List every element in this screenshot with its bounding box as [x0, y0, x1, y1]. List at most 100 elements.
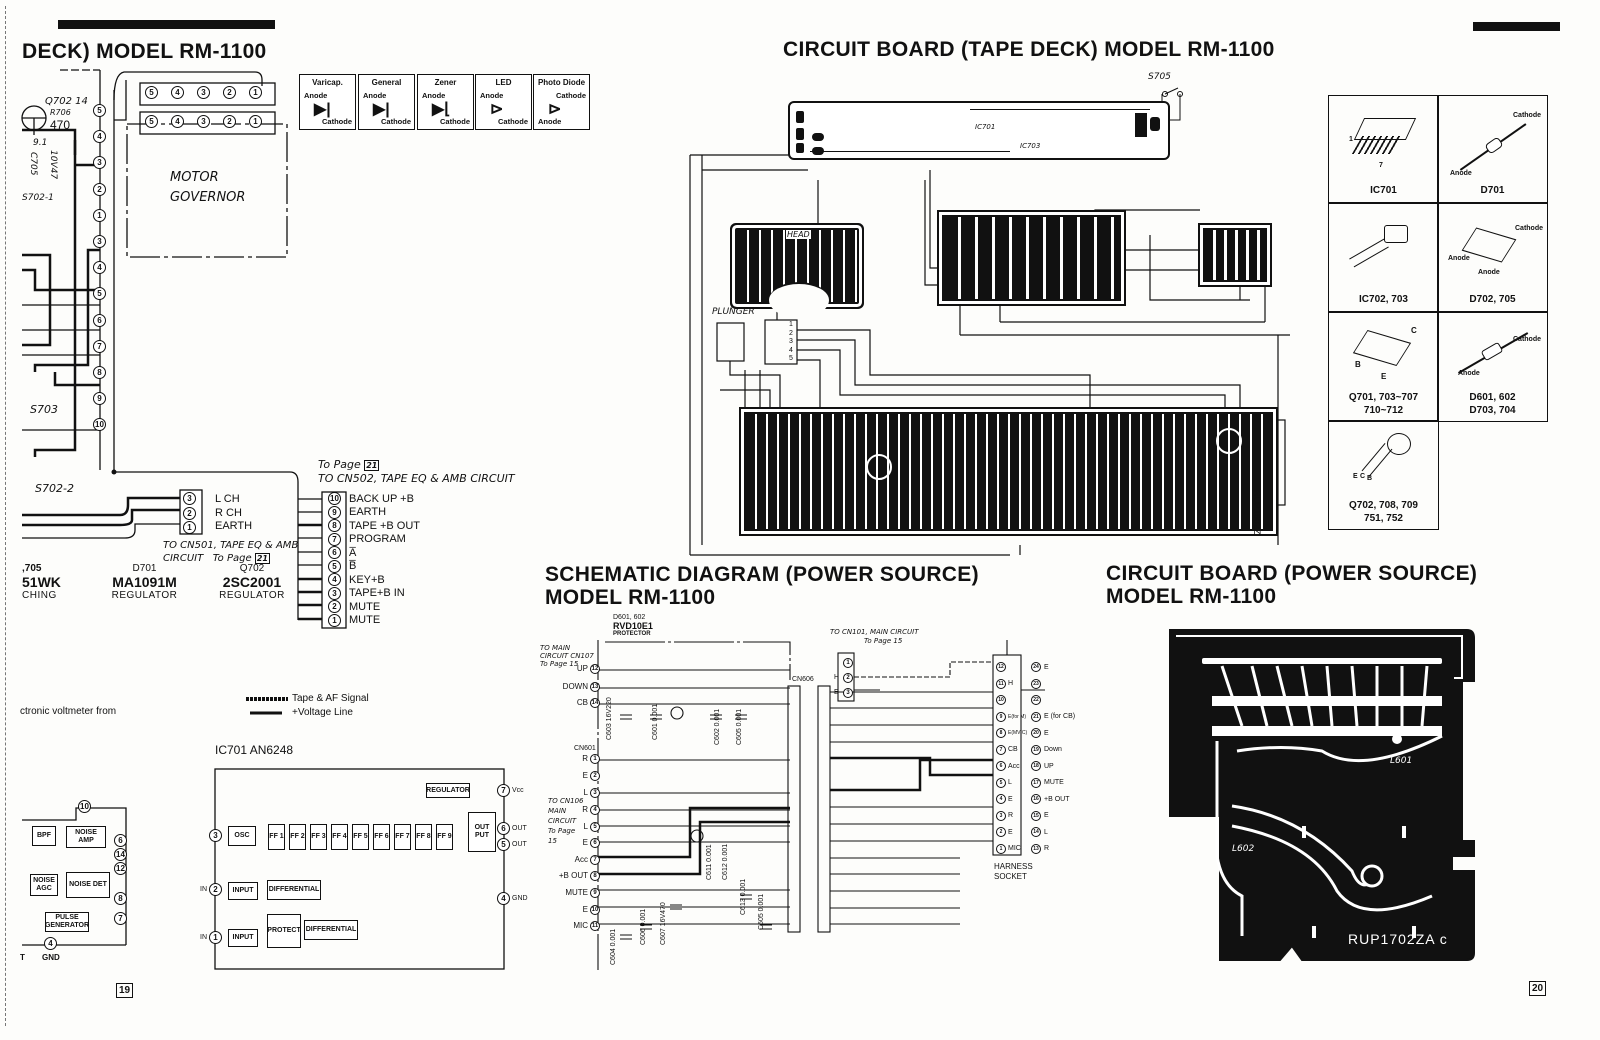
l602-label: L602	[1232, 844, 1255, 854]
regulator-block: REGULATOR	[426, 783, 470, 798]
head-board	[735, 228, 859, 318]
ff-block: FF 3	[310, 824, 327, 850]
noise-pin: 14	[114, 848, 127, 861]
cn502-row: 5 B̅	[328, 559, 420, 574]
cn-row: CB 14	[576, 698, 600, 708]
cn502-row: 6 A̅	[328, 546, 420, 560]
motor-governor-label: MOTOR GOVERNOR	[170, 170, 246, 205]
ff-block: FF 1	[268, 824, 285, 850]
cn101-pins: 1 H2 E3	[834, 655, 853, 700]
out-label: OUT	[512, 825, 527, 832]
ff-block: FF 2	[289, 824, 306, 850]
diode-card-general: General Anode ▶| Cathode	[358, 74, 415, 130]
side-pin: 5	[93, 104, 106, 117]
package-ic702-703: IC702, 703	[1328, 202, 1439, 313]
s702-2-label: S702-2	[35, 482, 74, 495]
cn502-row: 8 TAPE +B OUT	[328, 519, 420, 533]
to-cn106: TO CN106 MAIN CIRCUIT To Page 15	[548, 797, 584, 845]
cn-row: L3	[584, 788, 600, 798]
diode-card-zener: Zener Anode ▶⌊ Cathode	[417, 74, 474, 130]
noise-agc-block: NOISE AGC	[30, 874, 58, 896]
side-pin: 3	[93, 156, 106, 170]
capacitor-label: C602 0.001	[714, 708, 721, 745]
cn-row: E2	[583, 771, 600, 781]
motor-connector-bottom: 5 4 3 2 1	[145, 115, 262, 128]
noise-amp-block: NOISE AMP	[66, 826, 106, 848]
cn601-label: CN601	[574, 745, 596, 752]
legend-tape-signal: Tape & AF Signal	[292, 693, 369, 704]
capacitor-label: C611 0.001	[706, 844, 713, 880]
cn-row: UP 12	[576, 664, 600, 674]
part-col: ,705 51WK CHING	[22, 563, 61, 601]
cn-row: DOWN 13	[562, 682, 600, 692]
c705-label: C705	[28, 152, 38, 176]
side-pin: 5	[93, 287, 106, 301]
cn502-row: 4 KEY+B	[328, 573, 420, 587]
cn501-connector: 3 2 1	[183, 492, 196, 534]
motor-pin: 5	[145, 86, 158, 99]
cn502-row: 9 EARTH	[328, 505, 420, 520]
small-board	[1203, 228, 1267, 282]
motor-pin: 2	[223, 115, 236, 128]
ff-block: FF 9	[436, 824, 453, 850]
noise-pin: 12	[114, 862, 127, 875]
ic703-label: IC703	[1020, 142, 1041, 150]
side-pin: 10	[93, 418, 106, 432]
cn-row: R4	[582, 805, 600, 815]
protect-block: PROTECT	[267, 914, 301, 948]
protector-label: D601, 602 RVD10E1 PROTECTOR	[613, 614, 653, 637]
c705-value: 10V47	[48, 150, 58, 180]
varicap-diode-icon: ▶|	[314, 101, 331, 118]
noise-det-block: NOISE DET	[66, 872, 110, 898]
ff-block: FF 8	[415, 824, 432, 850]
vcc-label: Vcc	[512, 787, 524, 794]
q702-label: Q702 14	[45, 96, 88, 107]
main-tape-board	[744, 412, 1273, 531]
differential-block-1: DIFFERENTIAL	[267, 880, 321, 900]
output-block: OUT PUT	[468, 812, 496, 852]
header-bar-right	[1473, 22, 1560, 31]
page-ref-21[interactable]: 21	[364, 460, 380, 471]
cn501-pin: 3	[183, 492, 196, 505]
cn501-pin: 2	[183, 506, 196, 520]
side-pin: 4	[93, 130, 106, 144]
part-col: Q702 2SC2001 REGULATOR	[219, 563, 285, 601]
cn-row: MIC 11	[573, 921, 600, 931]
motor-connector-top: 5 4 3 2 1	[145, 86, 262, 99]
ff-block: FF 4	[331, 824, 348, 850]
side-connector: 5 4 3 2 1 3 4 5 6 7 8 9 10	[93, 104, 106, 432]
harness-left-pins: 12 11 H 10 9 E(for M) 8 E(MVIC) 7 CB 6 Acc 5L…	[996, 659, 1027, 857]
capacitor-label: C607 16V470	[660, 902, 667, 945]
tape-board-code: RUP1602Z	[1252, 490, 1262, 535]
r706-value: 470	[50, 118, 71, 132]
motor-pin: 2	[223, 86, 236, 99]
side-pin: 1	[93, 208, 106, 222]
head-label: HEAD	[786, 230, 811, 239]
cn501-pin: 1	[183, 521, 196, 534]
page-number-right: 20	[1529, 981, 1547, 996]
capacitor-label: C605 0.001	[736, 708, 743, 745]
cn-row: E 10	[582, 905, 600, 915]
cn-row: Acc 7	[575, 855, 600, 865]
diode-card-photo: Photo Diode Anode ⊳ Cathode	[533, 74, 590, 130]
ic701-pin-in1: 1	[209, 931, 222, 944]
out-label: OUT	[512, 841, 527, 848]
package-q701: C B E Q701, 703~707 710~712	[1328, 311, 1439, 422]
pulse-gen-block: PULSE GENERATOR	[45, 912, 89, 932]
ic701-title: IC701 AN6248	[215, 743, 294, 757]
cn-row: R1	[582, 754, 600, 764]
noise-ic-pins: 6 14 12	[114, 834, 127, 875]
legend: Tape & AF Signal +Voltage Line	[292, 692, 369, 720]
bpf-block: BPF	[32, 826, 56, 846]
input-block-1: INPUT	[228, 929, 258, 947]
side-pin: 6	[93, 313, 106, 327]
motor-pin: 3	[197, 86, 210, 99]
general-diode-icon: ▶|	[373, 101, 390, 118]
l601-label: L601	[1390, 756, 1413, 766]
noise-pin: 10	[78, 800, 91, 813]
capacitor-label: C605 0.001	[758, 893, 765, 930]
ic-pins-icon	[1351, 136, 1403, 154]
package-q702: E C B Q702, 708, 709 751, 752	[1328, 420, 1439, 530]
capacitor-label: C604 0.001	[610, 928, 617, 965]
package-ic701: 1 7 IC701	[1328, 95, 1439, 204]
